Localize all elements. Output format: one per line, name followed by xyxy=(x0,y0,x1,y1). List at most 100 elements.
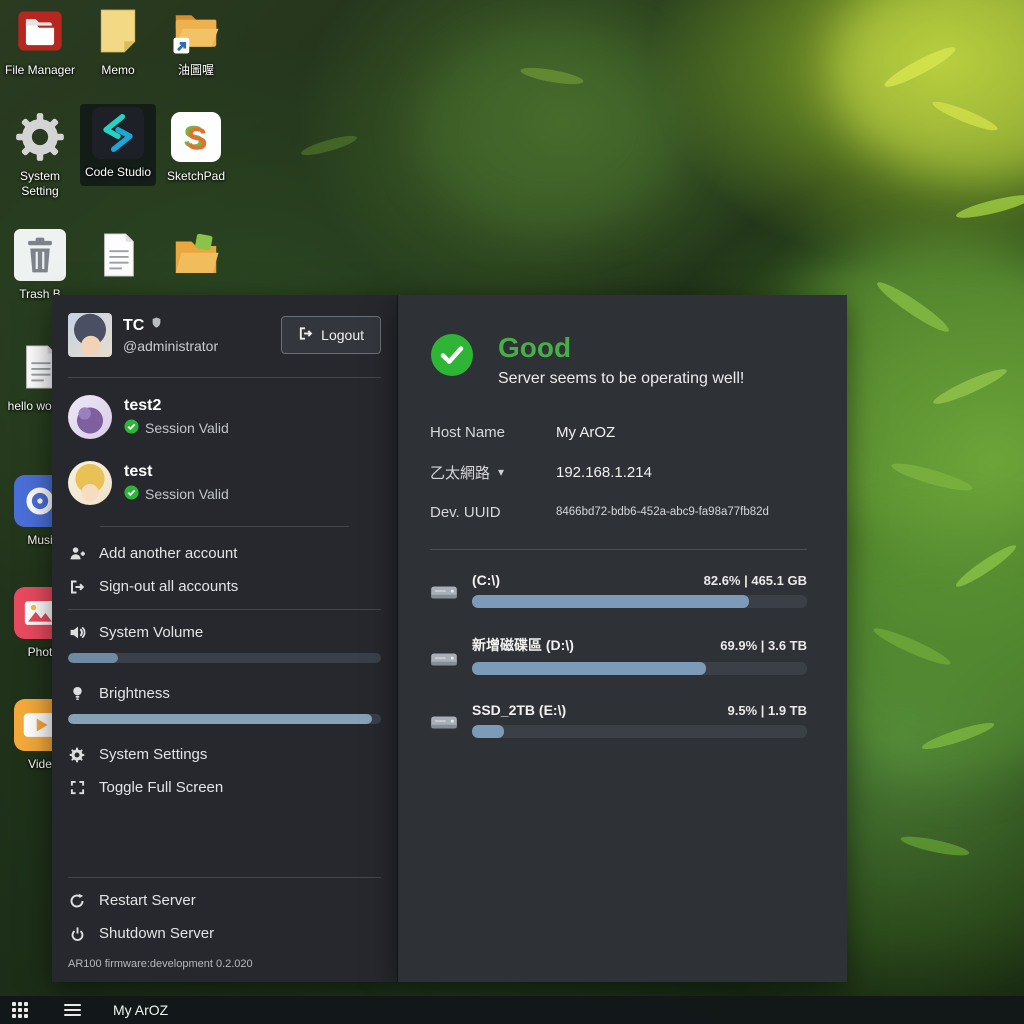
hard-drive-icon xyxy=(430,581,472,608)
device-uuid-label: Dev. UUID xyxy=(430,504,556,521)
account-item-test2[interactable]: test2 Session Valid xyxy=(52,384,397,450)
account-name: test xyxy=(124,463,229,481)
desktop-icon-document[interactable] xyxy=(80,226,156,287)
desktop-icon-label: Memo xyxy=(80,63,156,78)
menu-item-label: Brightness xyxy=(99,685,170,702)
desktop-icon-system-setting[interactable]: System Setting xyxy=(2,108,78,199)
restart-server-item[interactable]: Restart Server xyxy=(52,884,397,917)
desktop-icon-label: File Manager xyxy=(2,63,78,78)
disk-usage-bar xyxy=(472,595,807,608)
power-icon xyxy=(68,926,86,942)
session-valid-icon xyxy=(124,419,139,437)
desktop-icon-shortcut-folder[interactable]: 油圖喔 xyxy=(158,2,234,78)
admin-shield-icon xyxy=(150,316,163,335)
firmware-version-label: AR100 firmware:development 0.2.020 xyxy=(52,950,397,982)
shutdown-server-item[interactable]: Shutdown Server xyxy=(52,917,397,950)
speaker-icon xyxy=(68,624,86,641)
disk-name: 新增磁碟區 (D:\) xyxy=(472,635,574,655)
gear-icon xyxy=(68,747,86,763)
menu-item-label: Toggle Full Screen xyxy=(99,779,223,796)
menu-item-label: Restart Server xyxy=(99,892,196,909)
gear-icon xyxy=(2,108,78,166)
disk-usage-fill xyxy=(472,662,706,675)
disk-row-d[interactable]: 新增磁碟區 (D:\) 69.9% | 3.6 TB xyxy=(430,635,807,675)
disk-usage: 82.6% | 465.1 GB xyxy=(704,573,807,588)
status-ok-icon xyxy=(430,333,474,382)
disk-name: (C:\) xyxy=(472,572,500,588)
sketchpad-icon: SS xyxy=(158,108,234,166)
toggle-fullscreen-item[interactable]: Toggle Full Screen xyxy=(52,771,397,804)
network-interface-dropdown[interactable]: 乙太網路 ▾ xyxy=(430,462,556,483)
user-menu-panel: TC @administrator Logout test2 Session V… xyxy=(52,295,398,982)
desktop-icon-sketchpad[interactable]: SS SketchPad xyxy=(158,108,234,184)
divider xyxy=(68,877,381,878)
fullscreen-icon xyxy=(68,780,86,795)
current-user-header: TC @administrator Logout xyxy=(52,295,397,371)
desktop-icon-label: 油圖喔 xyxy=(158,63,234,78)
disk-usage-bar xyxy=(472,725,807,738)
menu-item-label: Sign-out all accounts xyxy=(99,578,238,595)
account-avatar xyxy=(68,395,112,439)
add-user-icon xyxy=(68,545,86,562)
menu-item-label: System Settings xyxy=(99,746,207,763)
desktop-icon-folder-files[interactable] xyxy=(158,226,234,287)
volume-slider-fill xyxy=(68,653,118,663)
hostname-label: Host Name xyxy=(430,424,556,441)
status-title: Good xyxy=(498,333,744,364)
session-valid-icon xyxy=(124,485,139,503)
user-avatar[interactable] xyxy=(68,313,112,357)
session-status-label: Session Valid xyxy=(145,420,229,436)
user-handle: @administrator xyxy=(123,338,218,354)
menu-item-label: System Volume xyxy=(99,624,203,641)
disk-row-e[interactable]: SSD_2TB (E:\) 9.5% | 1.9 TB xyxy=(430,702,807,738)
account-item-test[interactable]: test Session Valid xyxy=(52,450,397,516)
desktop-icon-memo[interactable]: Memo xyxy=(80,2,156,78)
taskbar: My ArOZ xyxy=(0,996,1024,1024)
chevron-down-icon: ▾ xyxy=(498,465,504,479)
desktop-icon-label: Code Studio xyxy=(80,165,156,180)
desktop-icon-code-studio[interactable]: Code Studio xyxy=(80,104,156,186)
svg-text:S: S xyxy=(187,122,208,157)
disk-usage-bar xyxy=(472,662,807,675)
lightbulb-icon xyxy=(68,685,86,702)
user-name: TC xyxy=(123,317,144,335)
volume-slider[interactable] xyxy=(52,649,397,677)
divider xyxy=(100,526,349,527)
disk-name: SSD_2TB (E:\) xyxy=(472,702,566,718)
server-status-panel: Good Server seems to be operating well! … xyxy=(398,295,847,982)
file-manager-icon xyxy=(2,2,78,60)
brightness-slider[interactable] xyxy=(52,710,397,738)
brightness-slider-fill xyxy=(68,714,372,724)
system-settings-item[interactable]: System Settings xyxy=(52,738,397,771)
hard-drive-icon xyxy=(430,711,472,738)
brightness-item: Brightness xyxy=(52,677,397,710)
trash-icon xyxy=(2,226,78,284)
desktop-icon-label: System Setting xyxy=(2,169,78,199)
device-uuid-value: 8466bd72-bdb6-452a-abc9-fa98a77fb82d xyxy=(556,506,807,518)
shortcut-folder-icon xyxy=(158,2,234,60)
logout-button[interactable]: Logout xyxy=(281,316,381,354)
divider xyxy=(68,377,381,378)
desktop-icon-file-manager[interactable]: File Manager xyxy=(2,2,78,78)
code-studio-icon xyxy=(80,104,156,162)
disk-row-c[interactable]: (C:\) 82.6% | 465.1 GB xyxy=(430,572,807,608)
menu-item-label: Shutdown Server xyxy=(99,925,214,942)
signout-icon xyxy=(68,579,86,595)
desktop-icon-trash[interactable]: Trash B xyxy=(2,226,78,302)
disk-usage-fill xyxy=(472,725,504,738)
divider xyxy=(430,549,807,550)
system-volume-item: System Volume xyxy=(52,616,397,649)
app-launcher-button[interactable] xyxy=(12,1002,28,1018)
taskbar-title: My ArOZ xyxy=(113,1002,168,1018)
divider xyxy=(68,609,381,610)
document-icon xyxy=(80,226,156,284)
disk-usage: 9.5% | 1.9 TB xyxy=(727,703,807,718)
session-status-label: Session Valid xyxy=(145,486,229,502)
add-account-item[interactable]: Add another account xyxy=(52,537,397,570)
folder-files-icon xyxy=(158,226,234,284)
signout-all-item[interactable]: Sign-out all accounts xyxy=(52,570,397,603)
logout-label: Logout xyxy=(321,327,364,343)
hard-drive-icon xyxy=(430,648,472,675)
menu-button[interactable] xyxy=(64,1001,81,1019)
disk-usage: 69.9% | 3.6 TB xyxy=(720,638,807,653)
